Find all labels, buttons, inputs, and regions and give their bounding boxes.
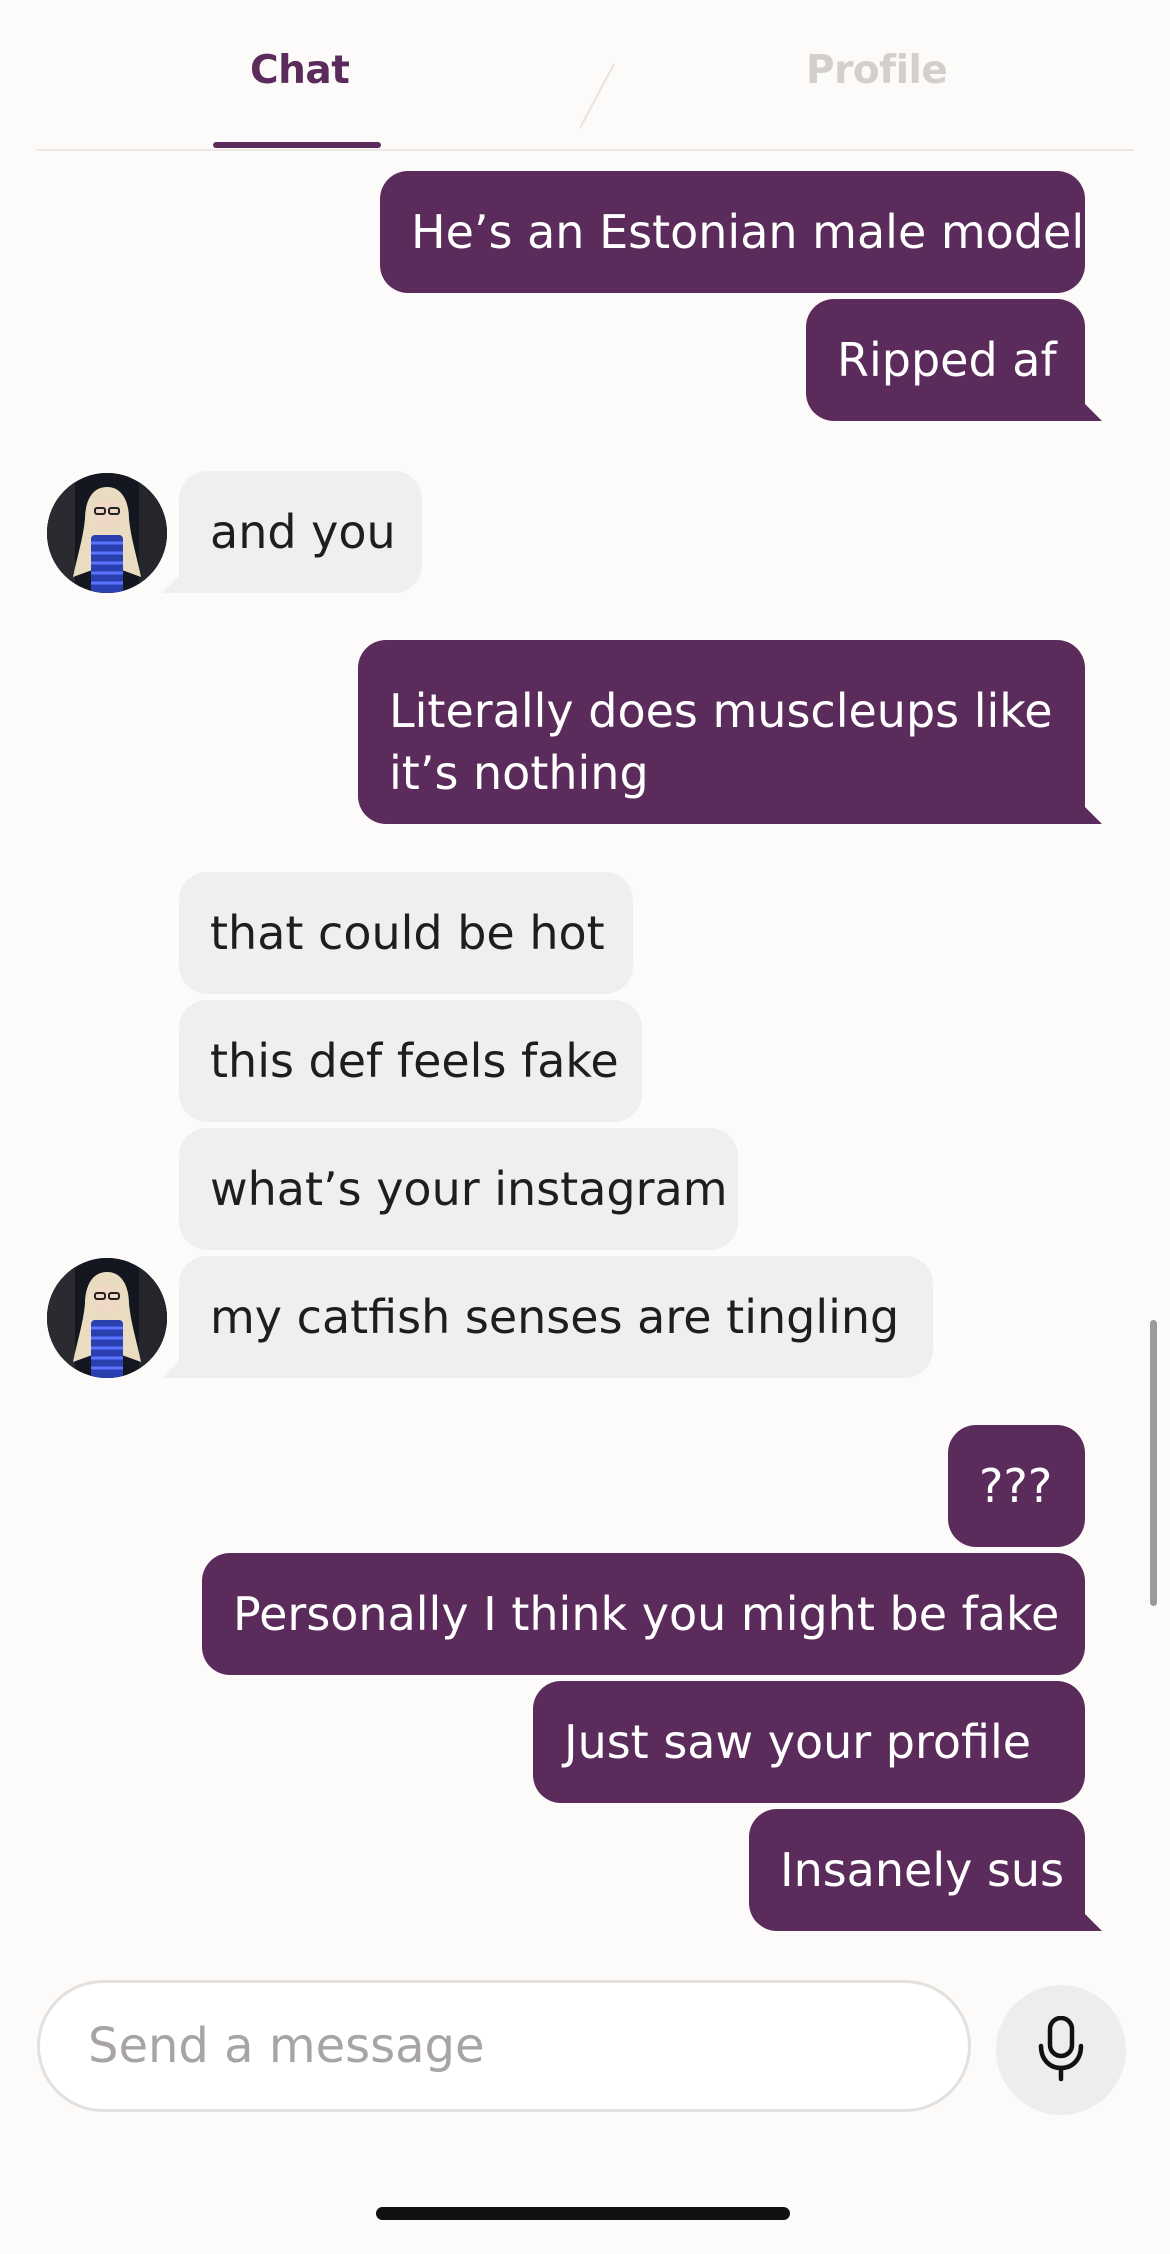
message-bubble-outgoing[interactable]: Just saw your profile — [533, 1681, 1085, 1803]
home-indicator — [376, 2207, 790, 2220]
message-text: that could be hot — [210, 906, 605, 960]
message-bubble-outgoing[interactable]: Literally does muscleups like it’s nothi… — [358, 640, 1085, 824]
message-text: this def feels fake — [210, 1034, 619, 1088]
contact-avatar[interactable] — [47, 473, 167, 593]
message-bubble-incoming[interactable]: what’s your instagram — [179, 1128, 738, 1250]
message-bubble-incoming[interactable]: and you — [179, 471, 422, 593]
avatar-photo — [47, 1258, 167, 1378]
message-bubble-outgoing[interactable]: ??? — [948, 1425, 1085, 1547]
header-divider — [36, 149, 1134, 151]
contact-avatar[interactable] — [47, 1258, 167, 1378]
message-bubble-outgoing[interactable]: Personally I think you might be fake — [202, 1553, 1085, 1675]
message-bubble-outgoing[interactable]: Ripped af — [806, 299, 1085, 421]
message-text: my catfish senses are tingling — [210, 1290, 900, 1344]
message-bubble-outgoing[interactable]: Insanely sus — [749, 1809, 1085, 1931]
microphone-icon — [1038, 2016, 1084, 2082]
message-text: what’s your instagram — [210, 1162, 728, 1216]
message-bubble-incoming[interactable]: that could be hot — [179, 872, 633, 994]
tab-divider — [579, 63, 615, 129]
scrollbar[interactable] — [1150, 1320, 1157, 1606]
tab-chat[interactable]: Chat — [250, 48, 350, 93]
tab-profile[interactable]: Profile — [806, 48, 948, 93]
voice-message-button[interactable] — [996, 1985, 1126, 2115]
message-text: Literally does muscleups like it’s nothi… — [389, 684, 1053, 800]
message-text: ??? — [979, 1459, 1053, 1513]
message-text: Insanely sus — [780, 1843, 1065, 1897]
message-text: and you — [210, 505, 396, 559]
message-text: He’s an Estonian male model — [411, 205, 1085, 259]
tab-bar: Chat Profile — [0, 0, 1170, 151]
message-text: Just saw your profile — [564, 1715, 1032, 1769]
message-input[interactable]: Send a message — [37, 1980, 971, 2112]
active-tab-indicator — [213, 142, 381, 148]
message-input-placeholder: Send a message — [88, 2018, 485, 2074]
message-bubble-incoming[interactable]: my catfish senses are tingling — [179, 1256, 933, 1378]
message-bubble-incoming[interactable]: this def feels fake — [179, 1000, 642, 1122]
message-bubble-outgoing[interactable]: He’s an Estonian male model — [380, 171, 1085, 293]
message-text: Ripped af — [837, 333, 1057, 387]
message-text: Personally I think you might be fake — [233, 1587, 1060, 1641]
avatar-photo — [47, 473, 167, 593]
